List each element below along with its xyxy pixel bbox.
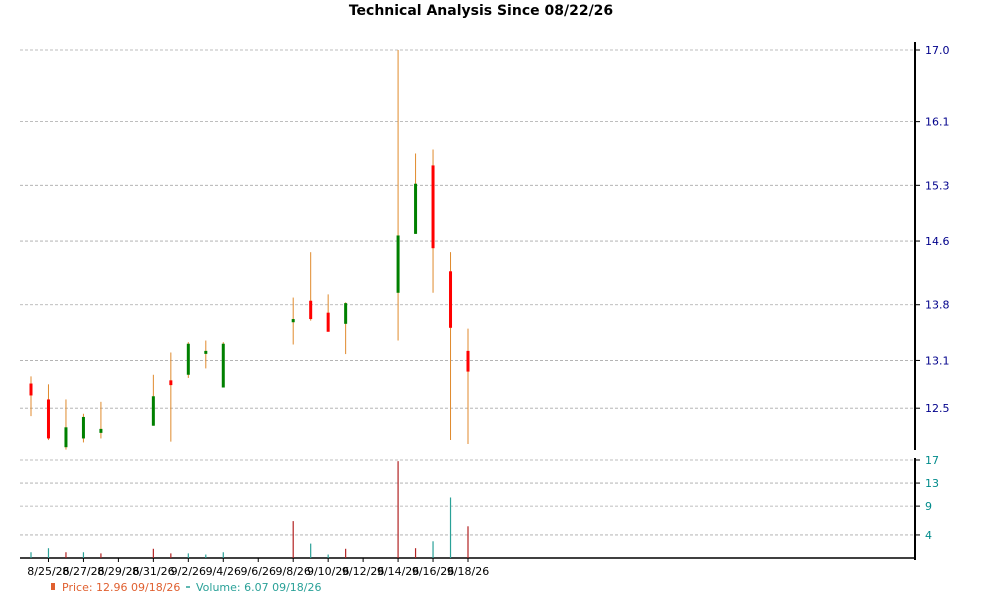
volume-tick-label: 4 [925, 529, 932, 542]
candlesticks [29, 50, 470, 450]
candle-body [81, 416, 85, 439]
candle-body [29, 383, 33, 396]
candle-body [221, 343, 225, 388]
date-axis: 8/25/268/27/268/29/268/31/269/2/26 9/4/26… [20, 557, 915, 578]
chart-title: Technical Analysis Since 08/22/26 [349, 3, 613, 19]
candle-body [449, 271, 453, 328]
price-tick-label: 17.0 [925, 44, 950, 57]
price-tick-label: 12.5 [925, 402, 950, 415]
candle-body [414, 183, 418, 234]
candle-body [169, 380, 173, 386]
price-axis: 17.0 16.1 15.3 14.6 13.8 13.1 12.5 [914, 42, 950, 450]
candle-body [186, 343, 190, 375]
price-tick-label: 13.1 [925, 354, 950, 367]
volume-tick-label: 13 [925, 477, 939, 490]
price-tick-label: 16.1 [925, 116, 950, 129]
candle-body [344, 303, 348, 324]
volume-legend-label: Volume: 6.07 09/18/26 [196, 581, 322, 594]
volume-grid [20, 459, 915, 536]
chart-stage: Technical Analysis Since 08/22/26 17.0 16… [0, 0, 1000, 600]
date-tick-label: 9/18/26 [447, 565, 489, 578]
candle-body [431, 165, 435, 249]
date-tick-label: 9/8/26 [275, 565, 310, 578]
volume-tick-label: 17 [925, 454, 939, 467]
date-tick-label: 9/2/26 [171, 565, 206, 578]
price-tick-label: 13.8 [925, 299, 950, 312]
volume-tick-label: 9 [925, 500, 932, 513]
candle-body [309, 300, 313, 320]
candle-body [204, 350, 208, 354]
date-tick-label: 9/6/26 [241, 565, 276, 578]
candle-body [396, 235, 400, 293]
date-tick-label: 8/31/26 [132, 565, 174, 578]
candle-body [151, 396, 155, 426]
legend: Price: 12.96 09/18/26 Volume: 6.07 09/18… [51, 581, 322, 594]
candle-body [46, 399, 50, 439]
date-tick-label: 9/4/26 [206, 565, 241, 578]
candle-body [291, 319, 295, 323]
stock-chart: Technical Analysis Since 08/22/26 17.0 16… [20, 3, 950, 594]
candle-body [466, 350, 470, 372]
price-tick-label: 15.3 [925, 179, 950, 192]
price-legend-swatch [51, 583, 55, 590]
volume-bars [30, 461, 469, 558]
candle-body [326, 312, 330, 332]
price-tick-label: 14.6 [925, 235, 950, 248]
candle-body [64, 427, 68, 448]
candle-body [99, 428, 103, 433]
volume-axis: 17 13 9 4 [914, 454, 939, 560]
price-legend-label: Price: 12.96 09/18/26 [62, 581, 180, 594]
